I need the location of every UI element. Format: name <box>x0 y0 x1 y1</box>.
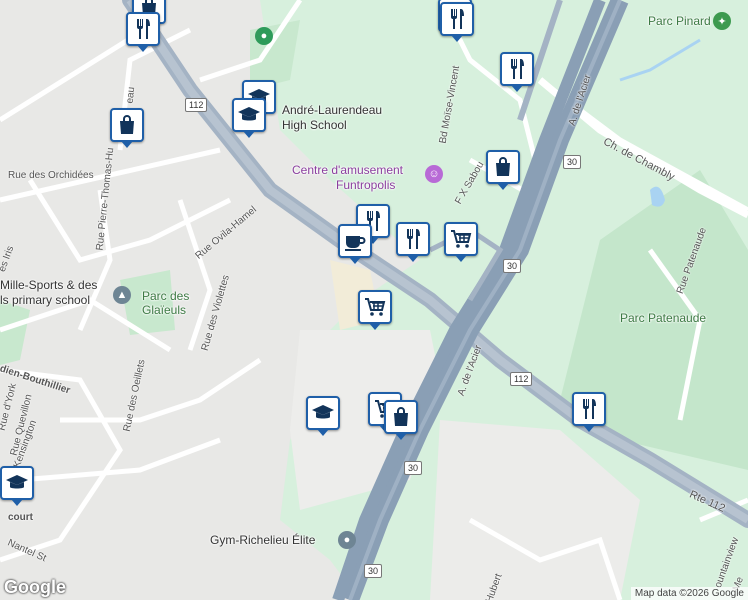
restaurant-marker[interactable] <box>396 222 430 262</box>
restaurant-icon <box>131 17 155 41</box>
coffee-cup-icon <box>343 229 367 253</box>
map-pin-icon[interactable]: ● <box>255 27 273 45</box>
shopping-bag-icon <box>491 155 515 179</box>
park-icon[interactable]: ✦ <box>713 12 731 30</box>
restaurant-marker[interactable] <box>126 12 160 52</box>
place-label-mille-sports-line1: Mille-Sports & des <box>0 278 98 292</box>
google-logo: Google <box>4 577 66 597</box>
map-attribution: Map data ©2026 Google <box>630 587 748 600</box>
shopping-bag-marker[interactable] <box>110 108 144 148</box>
place-label-andre-laurendeau: André-Laurendeau <box>282 103 383 117</box>
place-label-parc-des: Parc des <box>142 289 190 303</box>
route-shield-30: 30 <box>563 155 582 169</box>
shopping-cart-icon <box>363 295 387 319</box>
school-marker[interactable] <box>0 466 34 506</box>
restaurant-icon <box>401 227 425 251</box>
route-shield-112: 112 <box>185 98 208 112</box>
street-label-orchidees: Rue des Orchidées <box>8 170 94 181</box>
shopping-cart-icon <box>449 227 473 251</box>
route-shield-30: 30 <box>364 564 383 578</box>
street-label-court: court <box>8 512 33 523</box>
restaurant-icon <box>445 7 469 31</box>
graduation-cap-icon <box>5 471 29 495</box>
place-label-funtropolis-line2: Funtropolis <box>336 178 396 192</box>
route-shield-30: 30 <box>404 461 423 475</box>
street-label-beau: eau <box>124 86 138 105</box>
graduation-cap-icon <box>237 103 261 127</box>
gym-icon[interactable]: ● <box>338 531 356 549</box>
shopping-cart-marker[interactable] <box>358 290 392 330</box>
entertainment-icon[interactable]: ☺ <box>425 165 443 183</box>
shopping-bag-marker[interactable] <box>486 150 520 190</box>
place-label-mille-sports-line2: ls primary school <box>0 293 91 307</box>
cafe-marker[interactable] <box>338 224 372 264</box>
shopping-bag-icon <box>389 405 413 429</box>
shopping-bag-icon <box>115 113 139 137</box>
place-label-glaieuls: Glaïeuls <box>142 303 187 317</box>
restaurant-icon <box>577 397 601 421</box>
place-label-high-school: High School <box>282 118 347 132</box>
restaurant-marker[interactable] <box>500 52 534 92</box>
restaurant-marker[interactable] <box>572 392 606 432</box>
shopping-bag-marker[interactable] <box>384 400 418 440</box>
restaurant-marker[interactable] <box>440 2 474 42</box>
school-marker[interactable] <box>306 396 340 436</box>
school-marker[interactable] <box>232 98 266 138</box>
place-label-funtropolis-line1: Centre d'amusement <box>292 163 404 177</box>
route-shield-30: 30 <box>503 259 522 273</box>
graduation-cap-icon <box>311 401 335 425</box>
place-label-parc-pinard: Parc Pinard <box>648 14 711 28</box>
route-shield-112: 112 <box>510 372 533 386</box>
place-label-parc-patenaude: Parc Patenaude <box>620 311 707 325</box>
shopping-cart-marker[interactable] <box>444 222 478 262</box>
restaurant-icon <box>505 57 529 81</box>
school-icon[interactable]: ▲ <box>113 286 131 304</box>
map-canvas[interactable]: Parc Pinard ✦ André-Laurendeau High Scho… <box>0 0 748 600</box>
place-label-gym: Gym-Richelieu Élite <box>210 533 316 547</box>
